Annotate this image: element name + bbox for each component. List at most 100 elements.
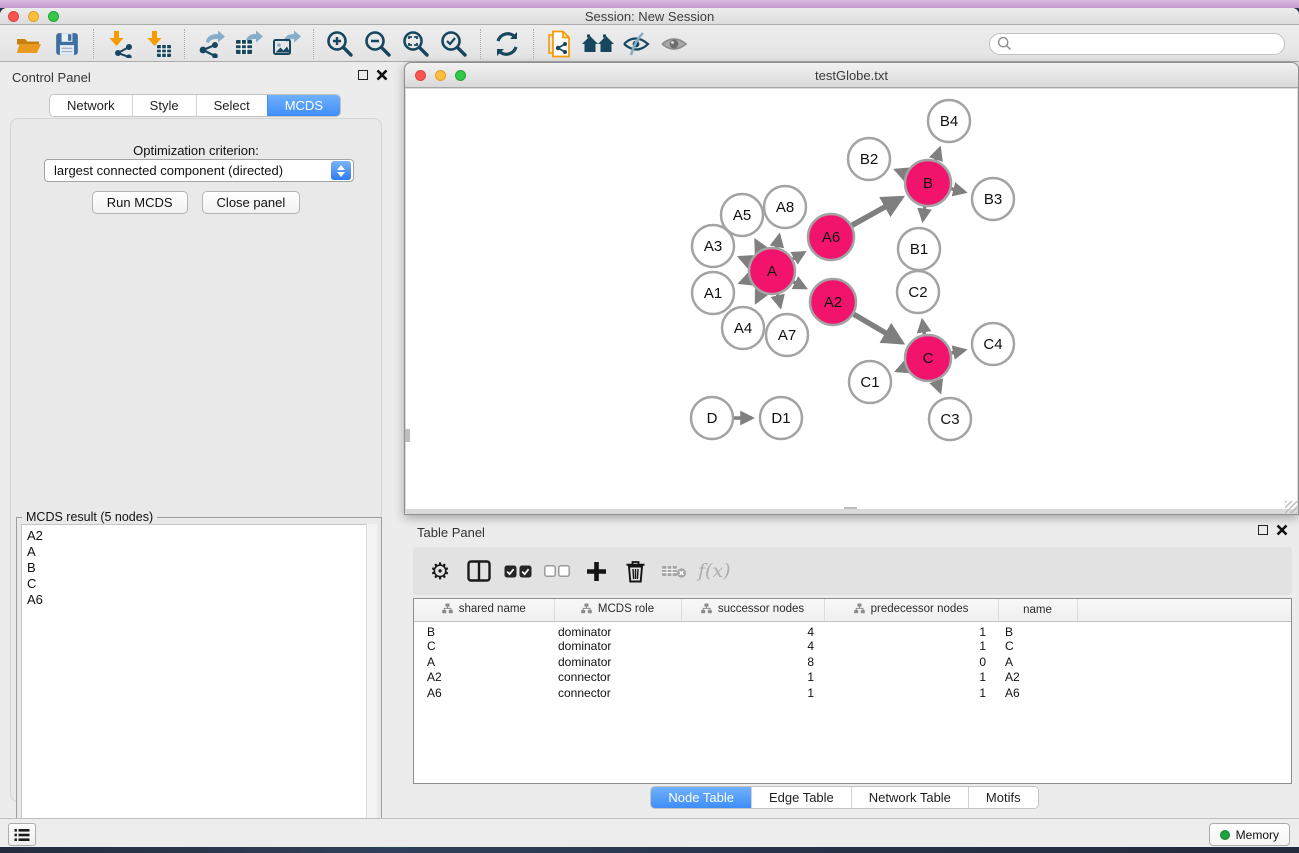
window-resize-handle[interactable] bbox=[1285, 501, 1297, 513]
table-cell[interactable]: 1 bbox=[824, 670, 998, 686]
table-row[interactable]: A2connector11A2 bbox=[414, 670, 1291, 686]
table-cell[interactable]: C bbox=[998, 639, 1077, 655]
edge-A-A2[interactable] bbox=[793, 282, 805, 288]
edge-A-A1[interactable] bbox=[740, 279, 749, 282]
add-column-button[interactable] bbox=[581, 553, 611, 589]
table-cell[interactable]: B bbox=[998, 621, 1077, 639]
export-network-button[interactable] bbox=[192, 28, 230, 60]
table-cell[interactable]: dominator bbox=[554, 639, 681, 655]
node-table[interactable]: shared nameMCDS rolesuccessor nodesprede… bbox=[414, 599, 1291, 701]
table-cell[interactable]: 8 bbox=[681, 654, 824, 670]
delete-table-button[interactable] bbox=[659, 553, 689, 589]
run-mcds-button[interactable]: Run MCDS bbox=[92, 191, 188, 214]
edge-B-B3[interactable] bbox=[951, 189, 965, 192]
home-button[interactable] bbox=[579, 28, 617, 60]
network-close-button[interactable] bbox=[415, 70, 426, 81]
close-panel-icon[interactable] bbox=[376, 69, 388, 81]
table-row[interactable]: Adominator80A bbox=[414, 654, 1291, 670]
column-header-MCDS-role[interactable]: MCDS role bbox=[554, 599, 681, 621]
table-cell[interactable]: connector bbox=[554, 670, 681, 686]
tab-node-table[interactable]: Node Table bbox=[651, 787, 751, 808]
float-table-panel-icon[interactable] bbox=[1258, 525, 1268, 535]
select-all-columns-button[interactable] bbox=[503, 553, 533, 589]
tab-network[interactable]: Network bbox=[50, 95, 132, 116]
edge-A2-C[interactable] bbox=[854, 314, 902, 342]
mcds-result-item[interactable]: A2 bbox=[22, 528, 376, 544]
edge-A-A8[interactable] bbox=[777, 235, 779, 247]
mcds-result-item[interactable]: C bbox=[22, 576, 376, 592]
edge-A6-B[interactable] bbox=[852, 198, 901, 225]
edge-A-A6[interactable] bbox=[793, 252, 804, 259]
table-row[interactable]: A6connector11A6 bbox=[414, 685, 1291, 701]
edge-B-B2[interactable] bbox=[896, 170, 906, 174]
zoom-in-button[interactable] bbox=[321, 28, 359, 60]
column-header-successor-nodes[interactable]: successor nodes bbox=[681, 599, 824, 621]
table-cell[interactable]: 1 bbox=[824, 621, 998, 639]
open-file-button[interactable] bbox=[10, 28, 48, 60]
table-row[interactable]: Bdominator41B bbox=[414, 621, 1291, 639]
search-input[interactable] bbox=[1012, 35, 1284, 53]
table-cell[interactable]: 0 bbox=[824, 654, 998, 670]
toggle-visibility-button[interactable] bbox=[617, 28, 655, 60]
column-header-shared-name[interactable]: shared name bbox=[414, 599, 554, 621]
edge-B-B4[interactable] bbox=[936, 148, 940, 160]
network-minimize-button[interactable] bbox=[435, 70, 446, 81]
table-cell[interactable]: 1 bbox=[824, 639, 998, 655]
tab-motifs[interactable]: Motifs bbox=[968, 787, 1038, 808]
save-session-button[interactable] bbox=[48, 28, 86, 60]
task-history-button[interactable] bbox=[8, 823, 36, 846]
show-graphics-details-button[interactable] bbox=[655, 28, 693, 60]
table-cell[interactable]: dominator bbox=[554, 654, 681, 670]
refresh-view-button[interactable] bbox=[488, 28, 526, 60]
import-table-button[interactable] bbox=[139, 28, 177, 60]
open-session-button[interactable] bbox=[541, 28, 579, 60]
minimize-window-button[interactable] bbox=[28, 11, 39, 22]
edge-A-A4[interactable] bbox=[756, 292, 761, 302]
deselect-all-columns-button[interactable] bbox=[542, 553, 572, 589]
function-builder-button[interactable]: f(x) bbox=[698, 553, 731, 589]
mcds-result-item[interactable]: A6 bbox=[22, 592, 376, 608]
table-cell[interactable]: C bbox=[414, 639, 554, 655]
network-maximize-button[interactable] bbox=[455, 70, 466, 81]
table-row[interactable]: Cdominator41C bbox=[414, 639, 1291, 655]
criterion-dropdown[interactable]: largest connected component (directed) bbox=[44, 159, 354, 182]
export-table-button[interactable] bbox=[230, 28, 268, 60]
edge-C-C3[interactable] bbox=[936, 381, 940, 392]
column-header-predecessor-nodes[interactable]: predecessor nodes bbox=[824, 599, 998, 621]
export-image-button[interactable] bbox=[268, 28, 306, 60]
edge-A-A3[interactable] bbox=[740, 257, 750, 261]
table-cell[interactable]: A6 bbox=[998, 685, 1077, 701]
table-cell[interactable]: A bbox=[414, 654, 554, 670]
zoom-fit-button[interactable] bbox=[397, 28, 435, 60]
column-header-name[interactable]: name bbox=[998, 599, 1077, 621]
edge-C-C4[interactable] bbox=[951, 350, 964, 353]
table-cell[interactable]: B bbox=[414, 621, 554, 639]
tab-network-table[interactable]: Network Table bbox=[851, 787, 968, 808]
zoom-out-button[interactable] bbox=[359, 28, 397, 60]
maximize-window-button[interactable] bbox=[48, 11, 59, 22]
mcds-result-item[interactable]: B bbox=[22, 560, 376, 576]
table-cell[interactable]: A2 bbox=[998, 670, 1077, 686]
mcds-result-list[interactable]: A2ABCA6 bbox=[21, 524, 377, 847]
network-vertical-scroll-thumb[interactable] bbox=[405, 429, 410, 442]
delete-column-button[interactable] bbox=[620, 553, 650, 589]
table-cell[interactable]: A bbox=[998, 654, 1077, 670]
edge-B-B1[interactable] bbox=[923, 207, 925, 220]
close-panel-button[interactable]: Close panel bbox=[202, 191, 301, 214]
table-cell[interactable]: 4 bbox=[681, 621, 824, 639]
network-canvas[interactable]: AA1A2A3A4A5A6A7A8BB1B2B3B4CC1C2C3C4DD1 bbox=[406, 89, 1297, 510]
tab-style[interactable]: Style bbox=[132, 95, 196, 116]
mcds-result-item[interactable]: A bbox=[22, 544, 376, 560]
memory-button[interactable]: Memory bbox=[1209, 823, 1290, 846]
table-cell[interactable]: dominator bbox=[554, 621, 681, 639]
network-graph[interactable]: AA1A2A3A4A5A6A7A8BB1B2B3B4CC1C2C3C4DD1 bbox=[406, 89, 1297, 510]
table-cell[interactable]: 4 bbox=[681, 639, 824, 655]
float-panel-icon[interactable] bbox=[358, 70, 368, 80]
table-cell[interactable]: 1 bbox=[681, 670, 824, 686]
zoom-selected-button[interactable] bbox=[435, 28, 473, 60]
import-network-button[interactable] bbox=[101, 28, 139, 60]
tab-mcds[interactable]: MCDS bbox=[267, 95, 340, 116]
table-cell[interactable]: 1 bbox=[824, 685, 998, 701]
edge-A-A7[interactable] bbox=[777, 294, 780, 306]
close-table-panel-icon[interactable] bbox=[1276, 524, 1288, 536]
